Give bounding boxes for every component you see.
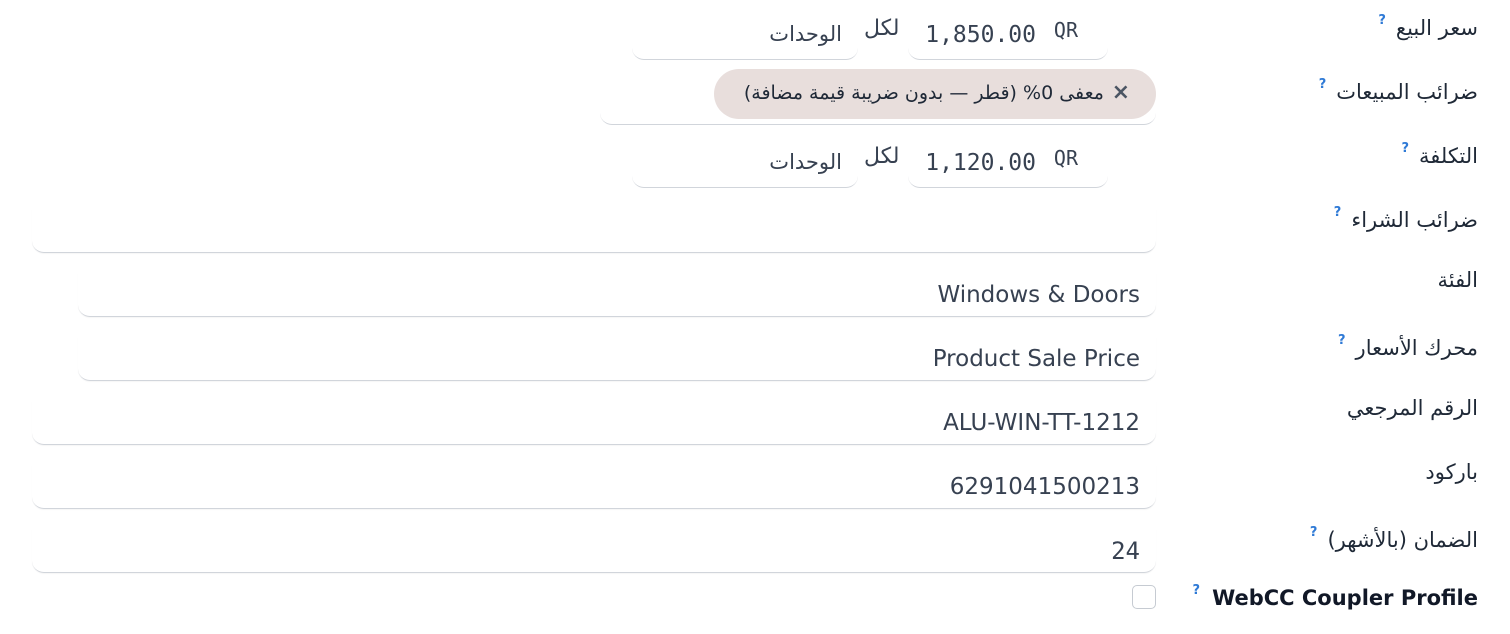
webcc-label-text: WebCC Coupler Profile xyxy=(1212,586,1478,610)
barcode-field[interactable]: 6291041500213 xyxy=(32,465,1156,509)
reference-label: الرقم المرجعي xyxy=(1347,398,1478,419)
category-label: الفئة xyxy=(1438,270,1478,291)
tax-tag-label: معفى 0% (قطر — بدون ضريبة قيمة مضافة) xyxy=(743,82,1104,104)
reference-label-text: الرقم المرجعي xyxy=(1346,396,1478,420)
sale-price-label-text: سعر البيع xyxy=(1395,16,1478,40)
help-icon[interactable]: ? xyxy=(1378,13,1386,28)
per-label: لكل xyxy=(864,144,900,169)
currency-symbol: QR xyxy=(1053,146,1078,170)
barcode-label-text: باركود xyxy=(1425,460,1478,484)
sales-taxes-field[interactable]: × معفى 0% (قطر — بدون ضريبة قيمة مضافة) xyxy=(600,69,1156,125)
pricing-engine-value: Product Sale Price xyxy=(932,345,1140,372)
pricing-engine-label-text: محرك الأسعار xyxy=(1355,336,1478,360)
cost-field[interactable]: QR 1,120.00 xyxy=(908,136,1108,188)
cost-label-text: التكلفة xyxy=(1418,144,1478,168)
purchase-taxes-field[interactable] xyxy=(32,209,1156,253)
barcode-value: 6291041500213 xyxy=(949,473,1140,500)
cost-amount[interactable]: 1,120.00 xyxy=(925,150,1036,176)
warranty-label: الضمان (بالأشهر)? xyxy=(1310,526,1478,551)
barcode-label: باركود xyxy=(1425,462,1478,483)
category-label-text: الفئة xyxy=(1437,268,1478,292)
category-value: Windows & Doors xyxy=(937,281,1140,308)
reference-value: ALU-WIN-TT-1212 xyxy=(943,409,1140,436)
reference-field[interactable]: ALU-WIN-TT-1212 xyxy=(32,401,1156,445)
tax-tag: × معفى 0% (قطر — بدون ضريبة قيمة مضافة) xyxy=(714,69,1156,119)
purchase-taxes-label: ضرائب الشراء? xyxy=(1334,206,1478,231)
category-field[interactable]: Windows & Doors xyxy=(78,273,1156,317)
warranty-label-text: الضمان (بالأشهر) xyxy=(1327,528,1478,552)
help-icon[interactable]: ? xyxy=(1334,205,1342,220)
sales-taxes-label-text: ضرائب المبيعات xyxy=(1336,80,1478,104)
per-label: لكل xyxy=(864,16,900,41)
sale-price-field[interactable]: QR 1,850.00 xyxy=(908,8,1108,60)
warranty-field[interactable]: 24 xyxy=(32,529,1156,573)
help-icon[interactable]: ? xyxy=(1319,77,1327,92)
sale-uom-value: الوحدات xyxy=(769,22,842,46)
sales-taxes-label: ضرائب المبيعات? xyxy=(1319,78,1478,103)
currency-symbol: QR xyxy=(1053,18,1078,42)
webcc-label: ? WebCC Coupler Profile xyxy=(1193,584,1478,609)
sale-uom-select[interactable]: الوحدات xyxy=(632,8,858,60)
webcc-checkbox[interactable] xyxy=(1132,585,1156,609)
purchase-taxes-label-text: ضرائب الشراء xyxy=(1351,208,1478,232)
pricing-engine-label: محرك الأسعار? xyxy=(1338,334,1478,359)
sale-price-label: سعر البيع? xyxy=(1378,14,1478,39)
close-icon[interactable]: × xyxy=(1112,80,1130,105)
help-icon[interactable]: ? xyxy=(1193,583,1201,598)
cost-label: التكلفة? xyxy=(1401,142,1478,167)
warranty-value: 24 xyxy=(1111,536,1140,565)
sale-price-amount[interactable]: 1,850.00 xyxy=(925,22,1036,48)
cost-uom-select[interactable]: الوحدات xyxy=(632,136,858,188)
help-icon[interactable]: ? xyxy=(1401,141,1409,156)
help-icon[interactable]: ? xyxy=(1338,333,1346,348)
cost-uom-value: الوحدات xyxy=(769,150,842,174)
pricing-engine-field[interactable]: Product Sale Price xyxy=(78,337,1156,381)
help-icon[interactable]: ? xyxy=(1310,525,1318,540)
